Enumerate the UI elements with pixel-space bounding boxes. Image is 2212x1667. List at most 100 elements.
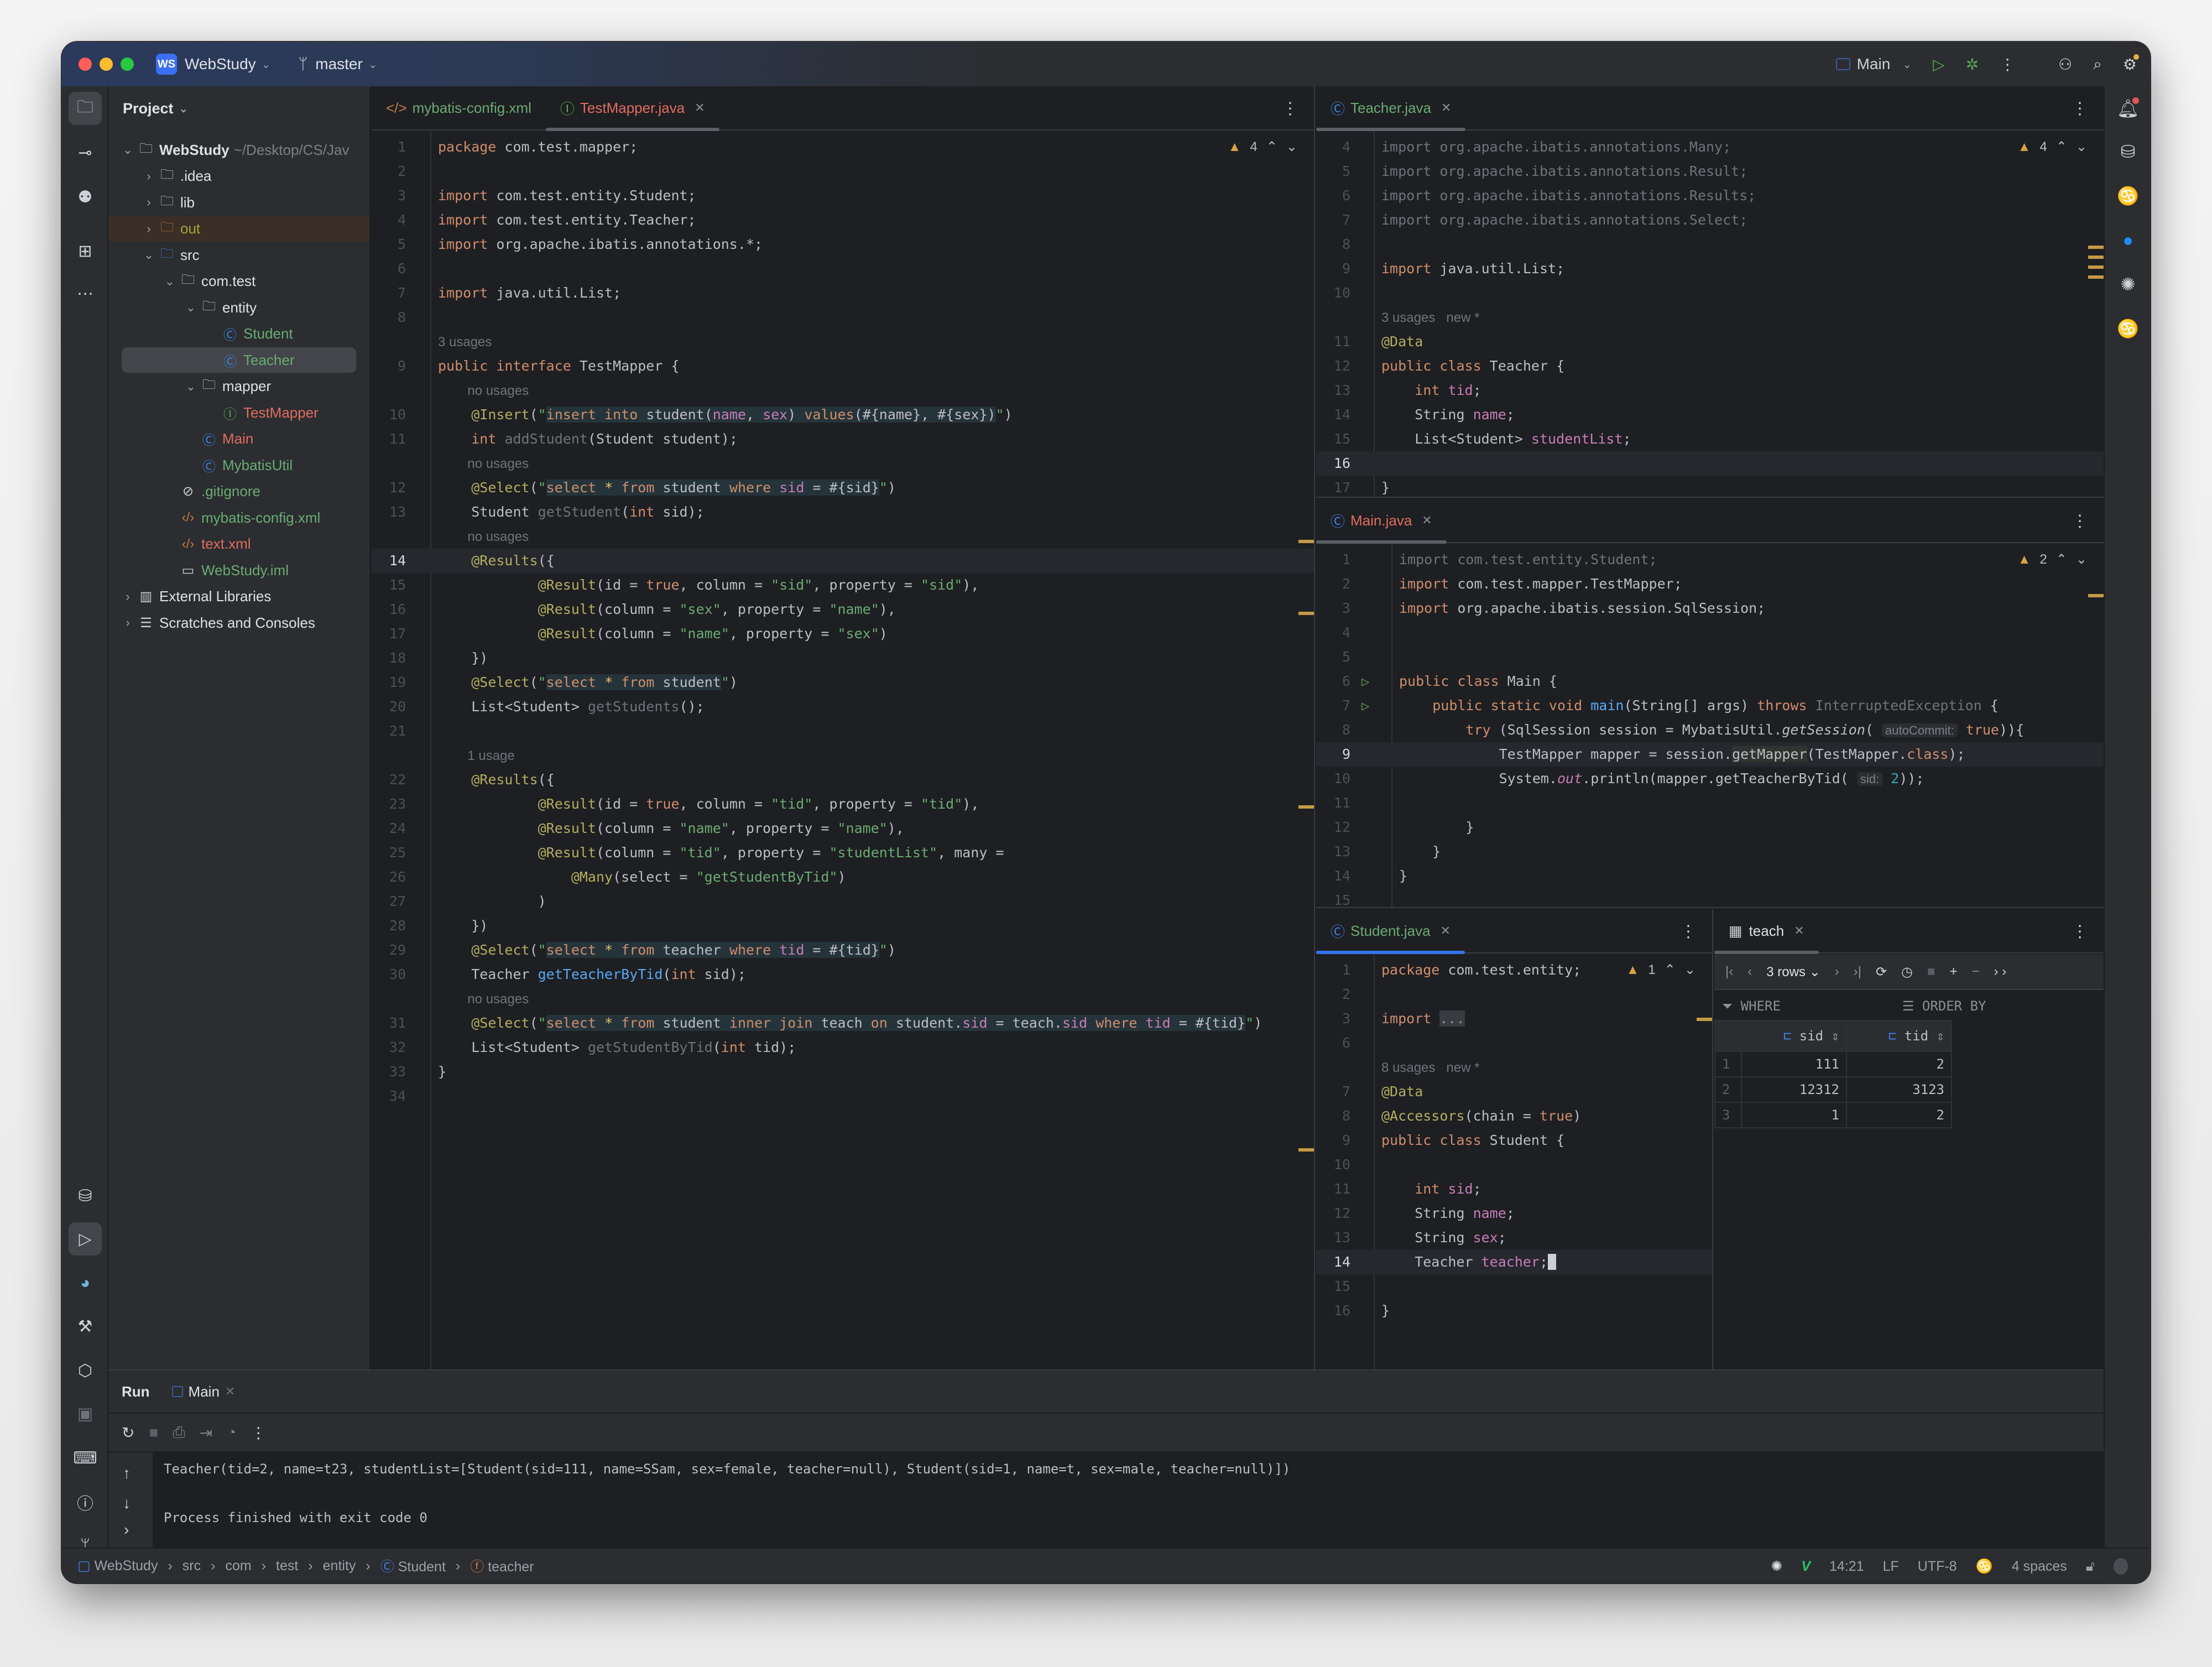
- history-icon[interactable]: ◷: [1901, 964, 1913, 980]
- tree-item[interactable]: › ☰ Scratches and Consoles: [108, 610, 369, 635]
- usages-hint[interactable]: 8 usages new *: [1381, 1060, 1479, 1075]
- tab-options-button[interactable]: ⋮: [2072, 909, 2088, 954]
- last-page-button[interactable]: ›|: [1854, 964, 1861, 980]
- code-area[interactable]: 4 import org.apache.ibatis.annotations.Ma…: [1316, 132, 2104, 497]
- next-problem-icon[interactable]: ⌄: [2076, 135, 2087, 159]
- breadcrumb-item[interactable]: com: [225, 1558, 251, 1574]
- export-icon[interactable]: ⇥: [200, 1424, 212, 1442]
- run-tool-icon[interactable]: ▷: [69, 1222, 102, 1256]
- table-cell[interactable]: 111: [1741, 1051, 1847, 1077]
- profiler-icon[interactable]: ◔: [227, 1424, 236, 1441]
- commit-tool-icon[interactable]: ⊸: [69, 136, 102, 169]
- add-user-icon[interactable]: ⚇: [2058, 55, 2072, 74]
- breadcrumb-item[interactable]: Ⓒ Student: [380, 1556, 446, 1576]
- inspection-widget[interactable]: ▲ 4 ⌃ ⌄: [1228, 135, 1297, 159]
- tree-item[interactable]: › 🗀 out: [108, 216, 369, 242]
- breadcrumb-item[interactable]: src: [182, 1558, 201, 1574]
- code-area[interactable]: 1 import com.test.entity.Student; 2 import …: [1316, 544, 2104, 907]
- copilot-status-icon[interactable]: ♋: [1976, 1559, 1993, 1575]
- tree-item[interactable]: ▭ WebStudy.iml: [108, 558, 369, 583]
- column-header-sid[interactable]: ⊏ sid ⇕: [1741, 1020, 1847, 1052]
- maximize-window-button[interactable]: [121, 58, 134, 71]
- previous-problem-icon[interactable]: ⌃: [1266, 135, 1277, 159]
- previous-problem-icon[interactable]: ⌃: [1665, 958, 1676, 982]
- table-cell[interactable]: 1: [1741, 1102, 1847, 1128]
- tab-main[interactable]: Ⓒ Main.java ✕: [1316, 499, 1447, 544]
- more-actions-icon[interactable]: ⋮: [251, 1424, 266, 1442]
- chevron-right-icon[interactable]: ›: [119, 590, 136, 604]
- stop-icon[interactable]: ■: [1927, 964, 1936, 980]
- warning-stripe-marker[interactable]: [1697, 1018, 1712, 1021]
- vim-plugin-icon[interactable]: V: [1801, 1559, 1811, 1575]
- table-row[interactable]: 312: [1714, 1102, 1952, 1128]
- close-tab-icon[interactable]: ✕: [1441, 101, 1451, 115]
- pull-requests-icon[interactable]: ⚉: [69, 180, 102, 213]
- tab-options-button[interactable]: ⋮: [1282, 86, 1298, 131]
- usages-hint[interactable]: no usages: [467, 992, 529, 1007]
- terminal-icon[interactable]: ⌨: [69, 1441, 102, 1475]
- close-tab-icon[interactable]: ✕: [1441, 924, 1451, 938]
- close-tab-icon[interactable]: ✕: [695, 101, 705, 115]
- previous-page-button[interactable]: ‹: [1747, 964, 1752, 980]
- memory-indicator[interactable]: [2114, 1558, 2128, 1575]
- copilot-chat-icon[interactable]: ♋: [2111, 312, 2145, 345]
- tree-item[interactable]: ⌄ 🗀 WebStudy ~/Desktop/CS/Jav: [108, 137, 369, 163]
- debug-button[interactable]: ✲: [1966, 55, 1979, 74]
- problems-icon[interactable]: ⓘ: [69, 1486, 102, 1519]
- chevron-down-icon[interactable]: ⌄: [119, 143, 136, 157]
- usages-hint[interactable]: no usages: [467, 529, 529, 544]
- close-tab-icon[interactable]: ✕: [1422, 513, 1432, 528]
- chevron-down-icon[interactable]: ⌄: [182, 379, 199, 394]
- search-icon[interactable]: ⌕: [2093, 55, 2102, 74]
- sort-icon[interactable]: ⇕: [1832, 1028, 1839, 1044]
- code-area[interactable]: 1 package com.test.entity; 2 3 import ... 6 8 …: [1316, 955, 1712, 1369]
- build-hammer-icon[interactable]: ⚒: [69, 1310, 102, 1343]
- usages-hint[interactable]: 3 usages new *: [1381, 310, 1479, 325]
- dependencies-icon[interactable]: ▣: [69, 1397, 102, 1430]
- tree-item[interactable]: Ⓒ MybatisUtil: [108, 452, 369, 478]
- delete-row-icon[interactable]: −: [1972, 964, 1980, 980]
- more-actions-button[interactable]: ⋮: [2000, 55, 2015, 74]
- warning-stripe-marker[interactable]: [2088, 594, 2104, 597]
- cursor-position[interactable]: 14:21: [1829, 1559, 1864, 1575]
- chevron-down-icon[interactable]: ⌄: [182, 300, 199, 315]
- indent-setting[interactable]: 4 spaces: [2012, 1559, 2067, 1575]
- tab-mybatis-config[interactable]: </> mybatis-config.xml: [372, 86, 546, 130]
- console-output[interactable]: Teacher(tid=2, name=t23, studentList=[St…: [164, 1457, 1290, 1530]
- warning-stripe-marker[interactable]: [2088, 256, 2104, 259]
- previous-problem-icon[interactable]: ⌃: [2056, 548, 2067, 572]
- table-cell[interactable]: 3123: [1846, 1076, 1952, 1103]
- inspection-widget[interactable]: ▲ 4 ⌃ ⌄: [2018, 135, 2087, 159]
- next-problem-icon[interactable]: ⌄: [1286, 135, 1297, 159]
- project-tool-icon[interactable]: 🗀: [69, 92, 102, 125]
- warning-stripe-marker[interactable]: [2088, 265, 2104, 269]
- first-page-button[interactable]: |‹: [1725, 964, 1733, 980]
- copilot-icon[interactable]: ♋: [2111, 179, 2145, 212]
- chat-plugin-icon[interactable]: ●: [2111, 223, 2145, 257]
- chevron-down-icon[interactable]: ⌄: [140, 248, 157, 262]
- usages-hint[interactable]: no usages: [467, 383, 529, 398]
- file-encoding[interactable]: UTF-8: [1918, 1559, 1957, 1575]
- run-gutter-icon[interactable]: ▷: [1361, 694, 1369, 718]
- screenshot-icon[interactable]: ⎙: [173, 1424, 185, 1442]
- usages-hint[interactable]: no usages: [467, 456, 529, 471]
- column-header-tid[interactable]: ⊏ tid ⇕: [1846, 1020, 1952, 1052]
- page-size-selector[interactable]: 3 rows ⌄: [1766, 964, 1820, 980]
- minimize-window-button[interactable]: [100, 58, 113, 71]
- tree-item[interactable]: › ▥ External Libraries: [108, 584, 369, 610]
- scroll-down-icon[interactable]: ↓: [123, 1494, 131, 1512]
- tree-item[interactable]: Ⓒ Student: [108, 321, 369, 347]
- warning-stripe-marker[interactable]: [2088, 275, 2104, 279]
- next-page-button[interactable]: ›: [1835, 964, 1839, 980]
- ai-assistant-icon[interactable]: ✺: [2111, 268, 2145, 301]
- database-changes-icon[interactable]: ⛁: [69, 1179, 102, 1212]
- table-row[interactable]: 2 12312 3123: [1714, 1076, 1952, 1103]
- order-by-filter[interactable]: ☰ ORDER BY: [1902, 998, 1986, 1014]
- line-separator[interactable]: LF: [1883, 1559, 1899, 1575]
- usages-hint[interactable]: 1 usage: [467, 748, 514, 763]
- structure-icon[interactable]: ⊞: [69, 235, 102, 268]
- more-toolbar-icon[interactable]: › ›: [1994, 964, 2007, 980]
- close-tab-icon[interactable]: ✕: [225, 1384, 235, 1399]
- table-cell[interactable]: 2: [1846, 1051, 1952, 1077]
- usages-hint[interactable]: 3 usages: [438, 335, 492, 350]
